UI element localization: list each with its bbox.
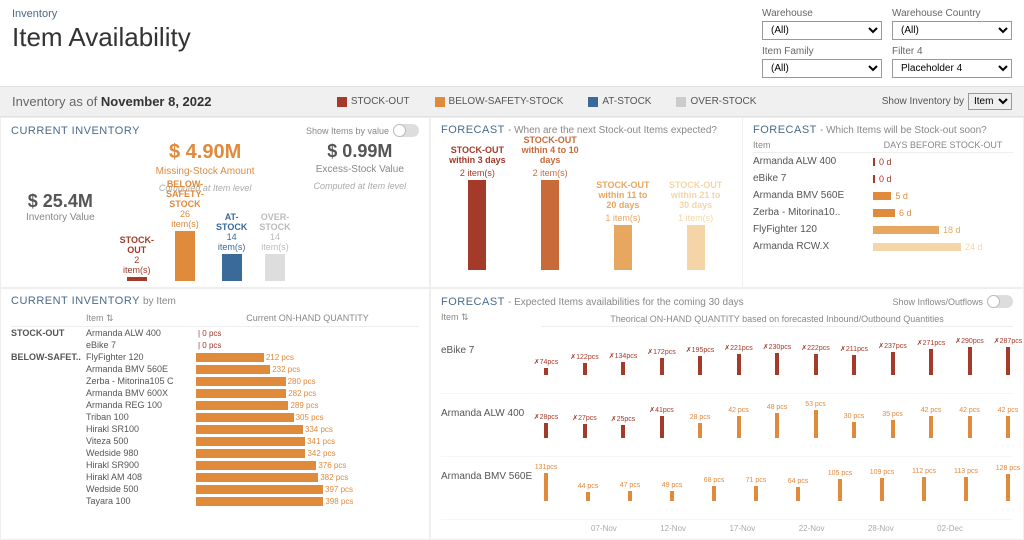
missing-stock-value: $ 4.90M [120, 141, 291, 164]
days-before-stockout-list: Armanda ALW 4000 deBike 70 dArmanda BMV … [753, 153, 1013, 255]
cibi-row[interactable]: eBike 7| 0 pcs [11, 339, 419, 351]
show-inventory-by: Show Inventory by Item [882, 93, 1012, 110]
grid-row-1: CURRENT INVENTORY Show Items by value $ … [0, 117, 1024, 288]
show-inventory-by-select[interactable]: Item [968, 93, 1012, 110]
ci-title: CURRENT INVENTORY [11, 125, 140, 137]
cibi-list: STOCK-OUTArmanda ALW 400| 0 pcseBike 7| … [11, 327, 419, 507]
dbso-row[interactable]: Armanda BMV 560E5 d [753, 187, 1013, 204]
current-status-bar-chart: STOCK-OUT2 item(s)BELOW-SAFETY-STOCK26 i… [120, 201, 291, 281]
cibi-row[interactable]: Zerba - Mitorina105 C280 pcs [11, 375, 419, 387]
subbar: Inventory as of November 8, 2022 STOCK-O… [0, 86, 1024, 117]
header: Inventory Item Availability Warehouse (A… [0, 0, 1024, 86]
filter-family-select[interactable]: (All) [762, 59, 882, 78]
title-block: Inventory Item Availability [12, 8, 191, 53]
forecast-bar-1[interactable]: STOCK-OUTwithin 4 to 10 days2 item(s) [520, 136, 580, 270]
fc30-item-row[interactable]: Armanda BMV 560E131pcs44 pcs47 pcs49 pcs… [441, 457, 1013, 520]
dbso-row[interactable]: Zerba - Mitorina10..6 d [753, 204, 1013, 221]
cibi-row[interactable]: Armanda BMV 560E232 pcs [11, 363, 419, 375]
forecast-30days-panel: FORECAST - Expected Items availabilities… [430, 288, 1024, 540]
cibi-row[interactable]: Armanda REG 100289 pcs [11, 399, 419, 411]
forecast-bar-2[interactable]: STOCK-OUTwithin 11 to 20 days1 item(s) [593, 181, 653, 270]
dbso-row[interactable]: Armanda RCW.X24 d [753, 238, 1013, 255]
asof: Inventory as of November 8, 2022 [12, 94, 211, 109]
show-by-value-toggle[interactable] [393, 124, 419, 137]
forecast-bar-0[interactable]: STOCK-OUTwithin 3 days2 item(s) [447, 146, 507, 270]
cibi-col-item[interactable]: Item ⇅ [86, 313, 196, 324]
grid-row-2: CURRENT INVENTORY by Item Item ⇅ Current… [0, 288, 1024, 540]
filter-country-label: Warehouse Country [892, 8, 1012, 19]
cibi-row[interactable]: Armanda BMV 600X282 pcs [11, 387, 419, 399]
status-bar-at-stock[interactable]: AT-STOCK14 item(s) [216, 212, 247, 281]
cibi-row[interactable]: Wedside 500397 pcs [11, 483, 419, 495]
status-bar-over-stock[interactable]: OVER-STOCK14 item(s) [259, 212, 290, 281]
stockout-swatch [337, 97, 347, 107]
legend-over: OVER-STOCK [676, 96, 756, 107]
filter-warehouse-select[interactable]: (All) [762, 21, 882, 40]
cibi-row[interactable]: BELOW-SAFET..FlyFighter 120212 pcs [11, 351, 419, 363]
breadcrumb[interactable]: Inventory [12, 8, 191, 20]
cibi-row[interactable]: Hirakl SR900376 pcs [11, 459, 419, 471]
forecast-row: FORECAST - When are the next Stock-out I… [430, 117, 1024, 288]
cibi-row[interactable]: Hirakl SR100334 pcs [11, 423, 419, 435]
filter4-select[interactable]: Placeholder 4 [892, 59, 1012, 78]
filter4-label: Filter 4 [892, 46, 1012, 57]
legend-stockout: STOCK-OUT [337, 96, 410, 107]
fc30-list: eBike 7✗74pcs✗122pcs✗134pcs✗172pcs✗195pc… [441, 331, 1013, 520]
cibi-row[interactable]: Hirakl AM 408382 pcs [11, 471, 419, 483]
current-inventory-panel: CURRENT INVENTORY Show Items by value $ … [0, 117, 430, 288]
days-before-stockout-panel: FORECAST - Which Items will be Stock-out… [743, 118, 1023, 287]
fc30-x-axis: 07-Nov12-Nov17-Nov22-Nov28-Nov02-Dec [541, 524, 1013, 533]
fc30-item-row[interactable]: eBike 7✗74pcs✗122pcs✗134pcs✗172pcs✗195pc… [441, 331, 1013, 394]
at-swatch [588, 97, 598, 107]
filter-warehouse-label: Warehouse [762, 8, 882, 19]
forecast-timing-bar-chart: STOCK-OUTwithin 3 days2 item(s) STOCK-OUT… [441, 140, 732, 270]
legend-at: AT-STOCK [588, 96, 651, 107]
over-swatch [676, 97, 686, 107]
cibi-row[interactable]: STOCK-OUTArmanda ALW 400| 0 pcs [11, 327, 419, 339]
inventory-value-block: $ 25.4M Inventory Value [11, 141, 110, 281]
filter-country-select[interactable]: (All) [892, 21, 1012, 40]
show-inflows-outflows-toggle[interactable] [987, 295, 1013, 308]
dbso-row[interactable]: FlyFighter 12018 d [753, 221, 1013, 238]
current-inventory-by-item-panel: CURRENT INVENTORY by Item Item ⇅ Current… [0, 288, 430, 540]
excess-stock-value: $ 0.99M [301, 141, 419, 162]
dbso-row[interactable]: Armanda ALW 4000 d [753, 153, 1013, 170]
fc30-col-item[interactable]: Item ⇅ [441, 312, 541, 331]
legend: STOCK-OUT BELOW-SAFETY-STOCK AT-STOCK OV… [337, 96, 757, 107]
cibi-row[interactable]: Wedside 980342 pcs [11, 447, 419, 459]
status-bar-stock-out[interactable]: STOCK-OUT2 item(s) [120, 235, 154, 281]
cibi-row[interactable]: Viteza 500341 pcs [11, 435, 419, 447]
cibi-row[interactable]: Tayara 100398 pcs [11, 495, 419, 507]
filters: Warehouse (All) Warehouse Country (All) … [762, 8, 1012, 78]
legend-below: BELOW-SAFETY-STOCK [435, 96, 564, 107]
fc30-item-row[interactable]: Armanda ALW 400✗28pcs✗27pcs✗25pcs✗41pcs2… [441, 394, 1013, 457]
filter-family-label: Item Family [762, 46, 882, 57]
cibi-row[interactable]: Triban 100305 pcs [11, 411, 419, 423]
forecast-bar-3[interactable]: STOCK-OUTwithin 21 to 30 days1 item(s) [666, 181, 726, 270]
forecast-stockout-timing-panel: FORECAST - When are the next Stock-out I… [431, 118, 743, 287]
below-swatch [435, 97, 445, 107]
page-title: Item Availability [12, 22, 191, 53]
dbso-row[interactable]: eBike 70 d [753, 170, 1013, 187]
status-bar-below-safety-stock[interactable]: BELOW-SAFETY-STOCK26 item(s) [166, 179, 204, 281]
